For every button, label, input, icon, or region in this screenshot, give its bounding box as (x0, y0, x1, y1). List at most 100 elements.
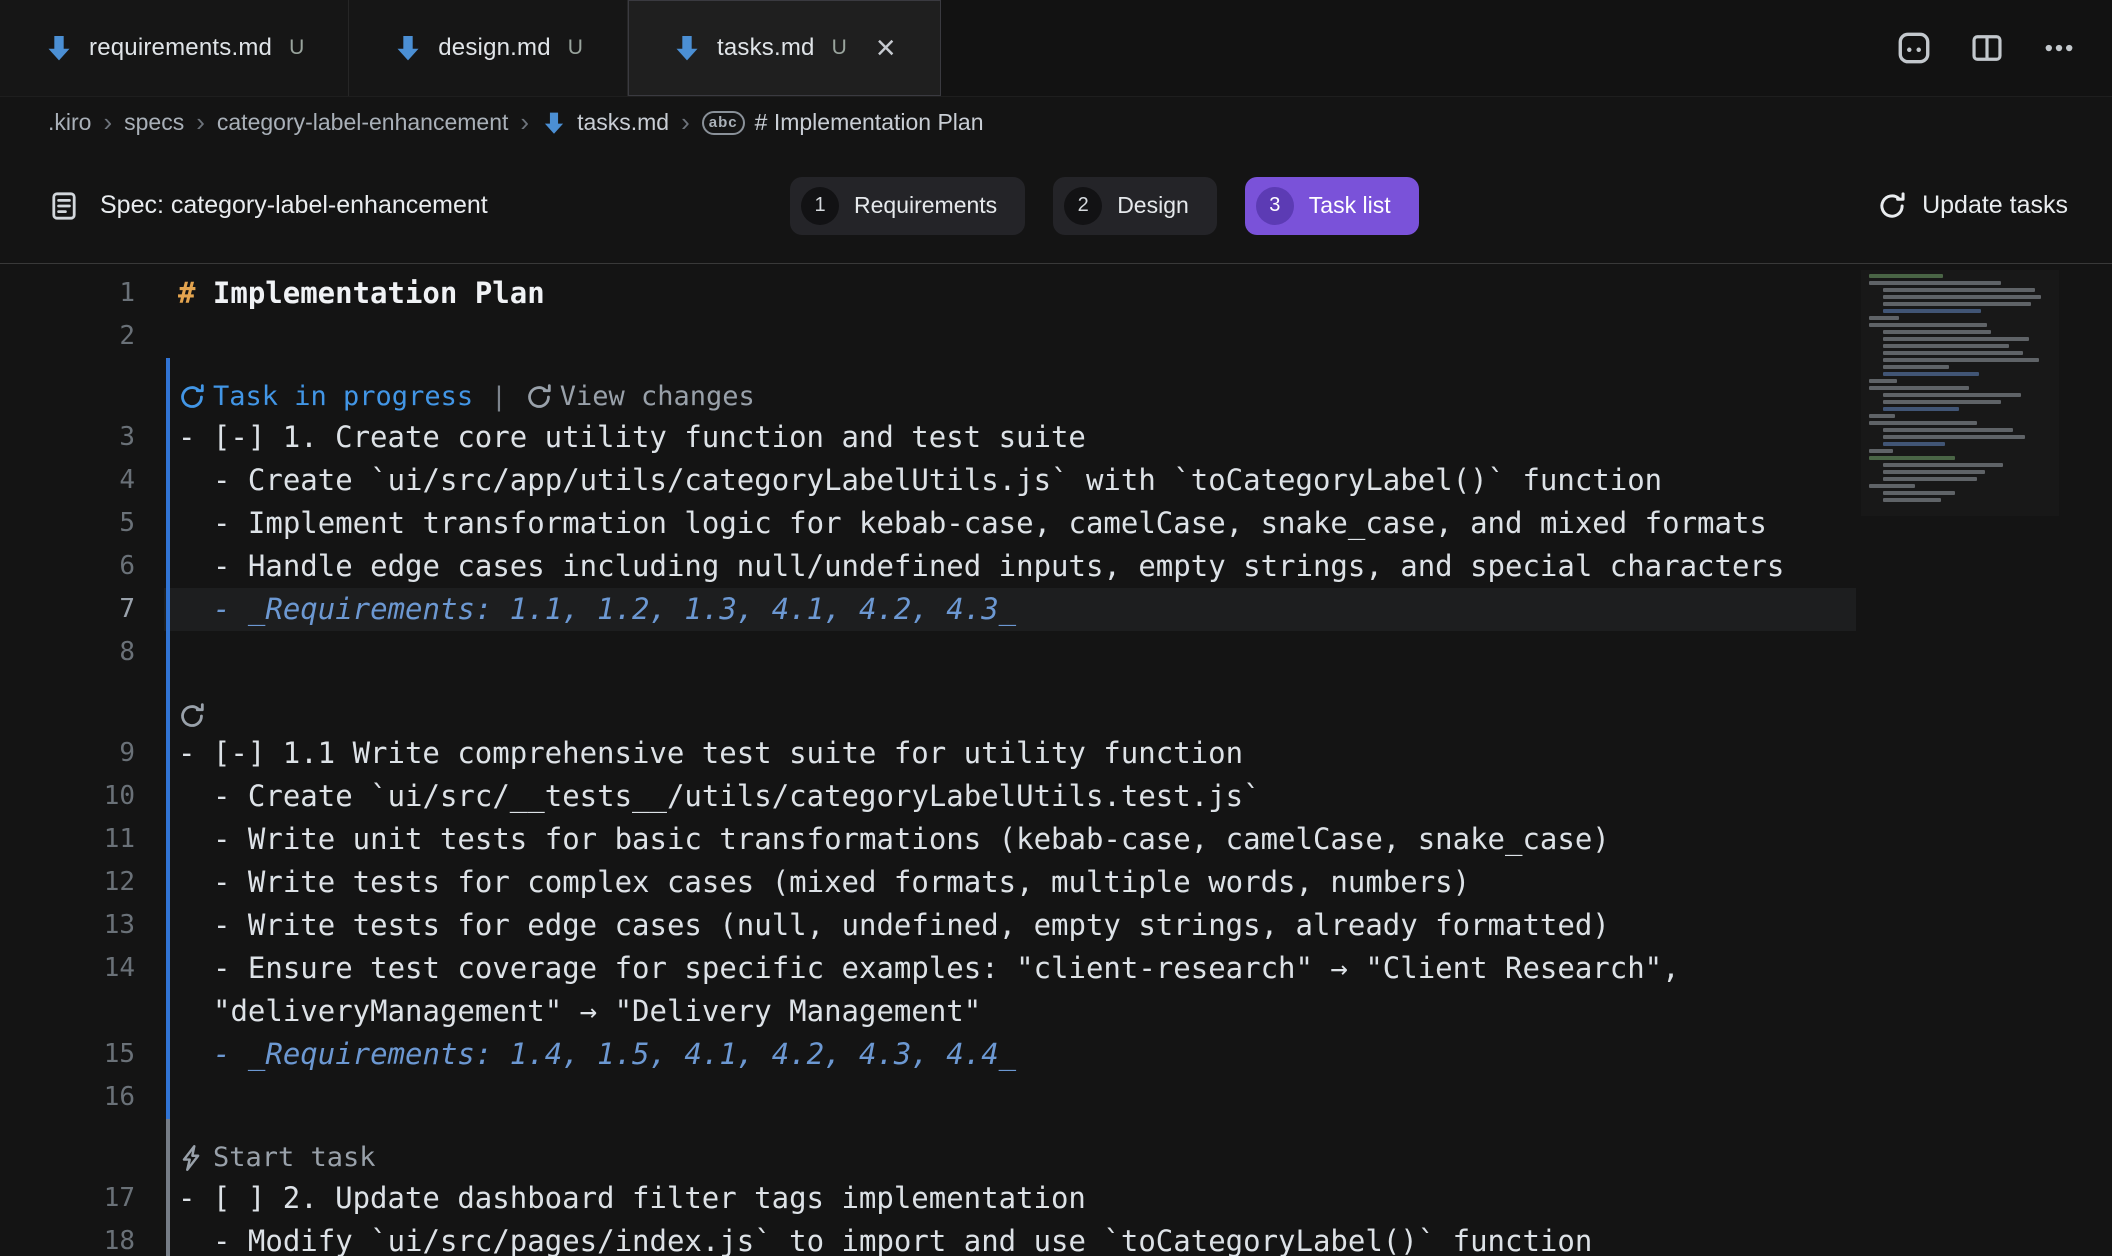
codelens-label: Start task (213, 1141, 376, 1175)
minimap-line (1883, 372, 1979, 376)
minimap[interactable] (1861, 270, 2059, 516)
minimap-line (1883, 400, 2001, 404)
line-content[interactable]: - Modify `ui/src/pages/index.js` to impo… (178, 1220, 1858, 1256)
line-content[interactable]: - Create `ui/src/app/utils/categoryLabel… (178, 459, 1858, 502)
breadcrumb-item[interactable]: .kiro (48, 109, 91, 136)
minimap-line (1869, 449, 1893, 453)
git-status-badge: U (568, 36, 583, 60)
breadcrumb-item[interactable]: tasks.md (541, 109, 669, 136)
step-requirements[interactable]: 1Requirements (790, 177, 1025, 235)
line-number: 2 (0, 315, 135, 358)
line-content[interactable] (178, 631, 1858, 674)
line-content[interactable]: - Create `ui/src/__tests__/utils/categor… (178, 775, 1858, 818)
line-number (0, 1119, 135, 1177)
line-number: 18 (0, 1220, 135, 1256)
codelens-label: Task in progress (213, 380, 473, 414)
minimap-line (1883, 428, 2013, 432)
codelens-row (0, 674, 2112, 732)
breadcrumb-item[interactable]: specs (124, 109, 184, 136)
minimap-line (1869, 421, 1977, 425)
tab-requirements.md[interactable]: requirements.mdU (0, 0, 349, 96)
line-number: 3 (0, 416, 135, 459)
line-content[interactable]: Start task (178, 1119, 1858, 1177)
line-content[interactable]: - Implement transformation logic for keb… (178, 502, 1858, 545)
line-content[interactable] (178, 674, 1858, 732)
step-number: 3 (1256, 187, 1294, 225)
tab-design.md[interactable]: design.mdU (349, 0, 628, 96)
minimap-line (1883, 435, 2025, 439)
spec-steps: 1Requirements 2Design 3 Task list (790, 177, 1419, 235)
line-number: 12 (0, 861, 135, 904)
kiro-button[interactable] (1896, 30, 1932, 66)
breadcrumb-separator: › (508, 107, 541, 138)
code-row: 10- Create `ui/src/__tests__/utils/categ… (0, 775, 2112, 818)
minimap-line (1869, 281, 2001, 285)
line-content[interactable]: - Write tests for complex cases (mixed f… (178, 861, 1858, 904)
line-content[interactable]: - [-] 1. Create core utility function an… (178, 416, 1858, 459)
tab-label: tasks.md (717, 34, 815, 62)
line-content[interactable]: # Implementation Plan (178, 272, 1858, 315)
symbol-string-icon: abc (702, 111, 745, 135)
minimap-line (1883, 330, 1991, 334)
line-number: 13 (0, 904, 135, 947)
minimap-line (1883, 491, 1955, 495)
breadcrumb: .kiro›specs›category-label-enhancement›t… (0, 97, 2112, 148)
code-segment: # (178, 276, 213, 310)
line-number: 15 (0, 1033, 135, 1076)
code-row: 4 - Create `ui/src/app/utils/categoryLabe… (0, 459, 2112, 502)
minimap-line (1883, 288, 2035, 292)
more-icon (2042, 31, 2076, 65)
codelens-task-in-progress[interactable]: Task in progress (178, 380, 473, 414)
minimap-line (1883, 393, 2021, 397)
line-content[interactable]: Task in progress | View changes (178, 358, 1858, 416)
codelens-separator: | (491, 380, 507, 414)
line-number: 17 (0, 1177, 135, 1220)
line-content[interactable]: - Write tests for edge cases (null, unde… (178, 904, 1858, 947)
line-content[interactable]: - Handle edge cases including null/undef… (178, 545, 1858, 588)
step-number: 1 (801, 187, 839, 225)
split-button[interactable] (1970, 31, 2004, 65)
editor[interactable]: 1 # Implementation Plan 2 Task in progress |… (0, 264, 2112, 1256)
git-status-badge: U (832, 36, 847, 60)
codelens-view-changes[interactable]: View changes (525, 380, 755, 414)
codelens-row: Start task (0, 1119, 2112, 1177)
line-content[interactable]: - _Requirements: 1.1, 1.2, 1.3, 4.1, 4.2… (178, 588, 1858, 631)
step-label: Task list (1309, 192, 1391, 219)
line-content[interactable]: - Ensure test coverage for specific exam… (178, 947, 1858, 1033)
minimap-line (1883, 407, 1959, 411)
line-number: 1 (0, 272, 135, 315)
breadcrumb-label: tasks.md (577, 109, 669, 136)
code-row: 3 - [-] 1. Create core utility function a… (0, 416, 2112, 459)
codelens-row: Task in progress | View changes (0, 358, 2112, 416)
spec-icon (48, 190, 80, 222)
more-button[interactable] (2042, 31, 2076, 65)
step-design[interactable]: 2Design (1053, 177, 1217, 235)
code-segment: Implementation Plan (213, 276, 545, 310)
minimap-line (1883, 344, 2009, 348)
code-row: 15 - _Requirements: 1.4, 1.5, 4.1, 4.2, 4… (0, 1033, 2112, 1076)
refresh-icon (1877, 191, 1907, 221)
breadcrumb-label: category-label-enhancement (217, 109, 509, 136)
line-number: 4 (0, 459, 135, 502)
line-content[interactable]: - _Requirements: 1.4, 1.5, 4.1, 4.2, 4.3… (178, 1033, 1858, 1076)
codelens-start-task[interactable]: Start task (178, 1141, 376, 1175)
markdown-file-icon (672, 33, 702, 63)
line-content[interactable] (178, 315, 1858, 358)
sync-icon (178, 702, 206, 730)
close-icon[interactable]: × (876, 31, 896, 65)
breadcrumb-item[interactable]: abc# Implementation Plan (702, 109, 984, 136)
breadcrumb-item[interactable]: category-label-enhancement (217, 109, 509, 136)
line-content[interactable]: - [ ] 2. Update dashboard filter tags im… (178, 1177, 1858, 1220)
code-row: 13 - Write tests for edge cases (null, un… (0, 904, 2112, 947)
codelens-spinner[interactable] (178, 702, 206, 730)
line-content[interactable]: - [-] 1.1 Write comprehensive test suite… (178, 732, 1858, 775)
line-content[interactable]: - Write unit tests for basic transformat… (178, 818, 1858, 861)
step-number: 2 (1064, 187, 1102, 225)
line-content[interactable] (178, 1076, 1858, 1119)
minimap-line (1883, 470, 1985, 474)
codelens-label: View changes (560, 380, 755, 414)
minimap-line (1869, 386, 1969, 390)
step-task-list[interactable]: 3 Task list (1245, 177, 1419, 235)
update-tasks-button[interactable]: Update tasks (1877, 191, 2068, 221)
tab-tasks.md[interactable]: tasks.md U × (628, 0, 941, 96)
